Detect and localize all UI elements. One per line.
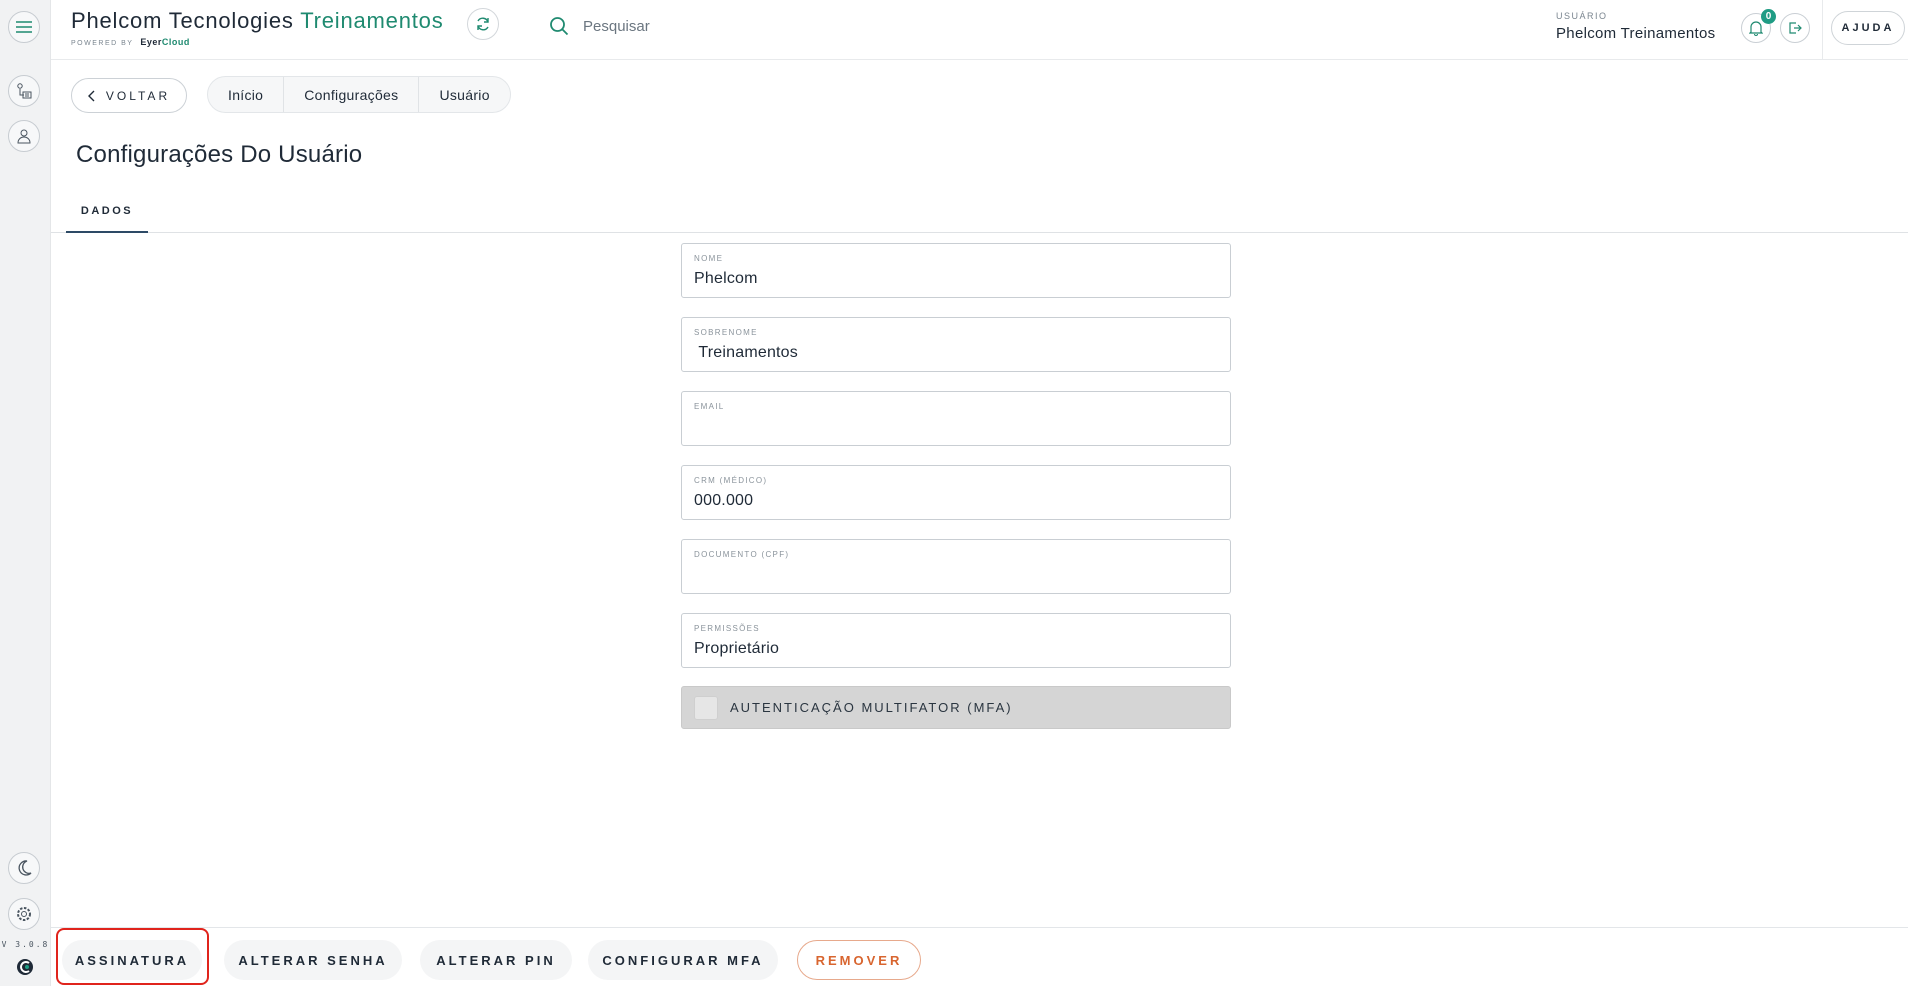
dark-mode-icon[interactable] — [8, 852, 40, 884]
divider — [1822, 0, 1823, 59]
sync-button[interactable] — [467, 8, 499, 40]
change-password-button[interactable]: ALTERAR SENHA — [224, 940, 402, 980]
cpf-field[interactable]: DOCUMENTO (CPF) — [681, 539, 1231, 594]
tab-bar: DADOS — [51, 191, 1908, 233]
breadcrumb: Início Configurações Usuário — [207, 76, 511, 113]
brand-title: Phelcom Tecnologies Treinamentos — [71, 8, 444, 33]
mfa-label: AUTENTICAÇÃO MULTIFATOR (MFA) — [730, 700, 1013, 715]
crm-value: 000.000 — [694, 492, 754, 509]
notification-badge: 0 — [1761, 9, 1776, 24]
refresh-icon — [477, 17, 489, 31]
settings-gear-icon[interactable] — [8, 898, 40, 930]
breadcrumb-item-inicio[interactable]: Início — [208, 77, 285, 112]
nome-value: Phelcom — [694, 270, 758, 287]
breadcrumb-item-usuario[interactable]: Usuário — [419, 77, 509, 112]
permissions-field[interactable]: PERMISSÕES Proprietário — [681, 613, 1231, 668]
patient-icon[interactable] — [8, 120, 40, 152]
user-label: USUÁRIO — [1556, 11, 1608, 21]
email-label: EMAIL — [694, 402, 725, 411]
sobrenome-field[interactable]: SOBRENOME Treinamentos — [681, 317, 1231, 372]
crm-label: CRM (MÉDICO) — [694, 476, 768, 485]
notifications-button[interactable]: 0 — [1741, 9, 1776, 43]
menu-icon[interactable] — [8, 11, 40, 43]
back-label: VOLTAR — [105, 88, 171, 103]
top-header: Phelcom Tecnologies Treinamentos POWERED… — [51, 0, 1908, 60]
brand: Phelcom Tecnologies Treinamentos POWERED… — [71, 8, 444, 47]
back-button[interactable]: VOLTAR — [71, 78, 187, 113]
user-form: NOME Phelcom SOBRENOME Treinamentos EMAI… — [681, 243, 1231, 729]
email-field[interactable]: EMAIL — [681, 391, 1231, 446]
chevron-left-icon — [87, 90, 95, 101]
mfa-checkbox[interactable] — [694, 695, 718, 720]
powered-by: POWERED BY EyerCloud — [71, 37, 190, 47]
help-button[interactable]: AJUDA — [1831, 11, 1905, 45]
search-bar — [549, 16, 863, 36]
logout-button[interactable] — [1780, 13, 1810, 43]
nome-field[interactable]: NOME Phelcom — [681, 243, 1231, 298]
sobrenome-label: SOBRENOME — [694, 328, 758, 337]
left-rail: V 3.0.8 — [0, 0, 51, 986]
page-title: Configurações Do Usuário — [76, 141, 363, 168]
permissions-value: Proprietário — [694, 640, 780, 657]
cpf-label: DOCUMENTO (CPF) — [694, 550, 790, 559]
configure-mfa-button[interactable]: CONFIGURAR MFA — [588, 940, 778, 980]
bell-icon — [1749, 21, 1763, 36]
permissions-label: PERMISSÕES — [694, 624, 760, 633]
user-info: USUÁRIO Phelcom Treinamentos — [1556, 11, 1715, 42]
nome-label: NOME — [694, 254, 724, 263]
change-pin-button[interactable]: ALTERAR PIN — [420, 940, 572, 980]
sobrenome-value: Treinamentos — [694, 344, 798, 361]
action-bar: ASSINATURA ALTERAR SENHA ALTERAR PIN CON… — [51, 927, 1908, 986]
exams-icon[interactable] — [8, 75, 40, 107]
crm-field[interactable]: CRM (MÉDICO) 000.000 — [681, 465, 1231, 520]
remove-button[interactable]: REMOVER — [797, 940, 921, 980]
breadcrumb-item-configuracoes[interactable]: Configurações — [284, 77, 420, 112]
mfa-toggle[interactable]: AUTENTICAÇÃO MULTIFATOR (MFA) — [681, 686, 1231, 729]
eyercloud-logo-icon — [17, 959, 33, 975]
search-icon[interactable] — [549, 16, 569, 36]
signature-button[interactable]: ASSINATURA — [62, 940, 202, 980]
logout-icon — [1789, 22, 1802, 34]
user-name: Phelcom Treinamentos — [1556, 25, 1716, 42]
search-input[interactable] — [583, 17, 863, 35]
app-version: V 3.0.8 — [1, 940, 50, 949]
tab-dados[interactable]: DADOS — [66, 191, 148, 233]
